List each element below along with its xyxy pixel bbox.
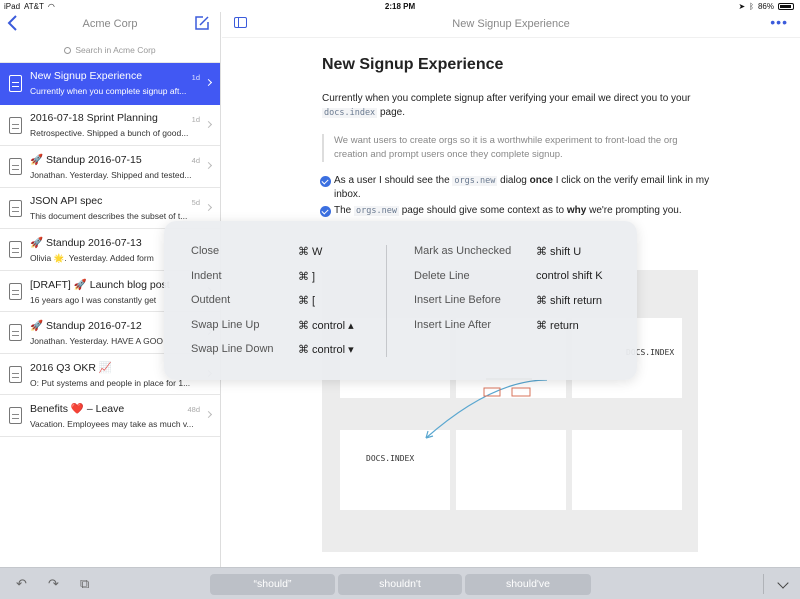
chevron-right-icon bbox=[204, 120, 213, 128]
checked-checkbox-icon[interactable] bbox=[320, 206, 331, 217]
shortcut-action: Delete Line bbox=[414, 269, 470, 282]
inline-code: orgs.new bbox=[354, 206, 399, 216]
shortcut-keys: ⌘ [ bbox=[298, 295, 316, 308]
suggestion-button[interactable]: should've bbox=[465, 574, 591, 595]
document-body[interactable]: New Signup Experience Currently when you… bbox=[320, 56, 712, 218]
hide-keyboard-chevron-icon[interactable] bbox=[777, 577, 789, 589]
list-item[interactable]: New Signup Experience Currently when you … bbox=[0, 63, 220, 105]
chevron-right-icon bbox=[204, 161, 213, 170]
checklist-item[interactable]: The orgs.new page should give some conte… bbox=[320, 204, 712, 218]
document-icon bbox=[9, 75, 22, 92]
list-item-title: 2016-07-18 Sprint Planning bbox=[30, 111, 158, 124]
checked-checkbox-icon[interactable] bbox=[320, 176, 331, 187]
document-header-title: New Signup Experience bbox=[452, 18, 570, 30]
blockquote[interactable]: We want users to create orgs so it is a … bbox=[322, 134, 712, 162]
divider bbox=[763, 574, 764, 594]
redo-icon[interactable]: ↷ bbox=[48, 577, 62, 590]
list-item-age: 1d bbox=[191, 73, 200, 82]
list-item-title: 🚀 Standup 2016-07-15 bbox=[30, 154, 142, 166]
list-item-preview: Jonathan. Yesterday. Shipped and tested.… bbox=[30, 170, 192, 180]
more-options-icon[interactable]: ••• bbox=[770, 15, 788, 29]
paste-icon[interactable]: ⧉ bbox=[80, 577, 94, 590]
location-icon: ➤ bbox=[738, 2, 746, 11]
chevron-right-icon bbox=[204, 203, 213, 211]
list-item[interactable]: 2016-07-18 Sprint Planning Retrospective.… bbox=[0, 105, 220, 146]
document-icon bbox=[9, 158, 22, 175]
suggestion-button[interactable]: “should” bbox=[210, 574, 335, 595]
undo-icon[interactable]: ↶ bbox=[16, 577, 30, 590]
inline-code: orgs.new bbox=[452, 176, 498, 186]
search-icon bbox=[64, 47, 72, 54]
document-icon bbox=[9, 282, 22, 300]
status-bar: iPad AT&T ◠ 2:18 PM ➤ ᛒ 86% bbox=[0, 0, 800, 12]
list-item-age: 4d bbox=[191, 156, 200, 165]
list-item-preview: Retrospective. Shipped a bunch of good..… bbox=[30, 127, 189, 138]
shortcut-keys: ⌘ shift return bbox=[536, 295, 603, 308]
paragraph[interactable]: Currently when you complete signup after… bbox=[322, 92, 712, 120]
chevron-right-icon bbox=[204, 410, 213, 419]
shortcut-keys: control shift K bbox=[536, 269, 603, 282]
document-icon bbox=[9, 365, 22, 383]
sidebar-title: Acme Corp bbox=[82, 18, 138, 30]
keyboard-shortcut-bar: ↶ ↷ ⧉ “should” shouldn't should've bbox=[0, 567, 800, 599]
list-item[interactable]: Benefits ❤️ – Leave Vacation. Employees m… bbox=[0, 395, 220, 437]
bluetooth-icon: ᛒ bbox=[749, 2, 754, 11]
list-item-title: Benefits ❤️ – Leave bbox=[30, 403, 125, 415]
keyboard-shortcuts-overlay: Close Indent Outdent Swap Line Up Swap Line … bbox=[164, 221, 637, 380]
battery-percent: 86% bbox=[757, 2, 774, 11]
list-item-preview: Vacation. Employees may take as much v..… bbox=[30, 419, 194, 429]
search-field[interactable]: Search in Acme Corp bbox=[0, 38, 220, 62]
search-placeholder: Search in Acme Corp bbox=[75, 45, 156, 55]
chevron-right-icon bbox=[204, 78, 213, 87]
shortcut-action: Close bbox=[191, 245, 220, 257]
shortcut-keys: ⌘ shift U bbox=[536, 246, 582, 258]
battery-icon bbox=[778, 3, 794, 10]
inline-code: docs.index bbox=[322, 108, 378, 118]
shortcut-keys: ⌘ return bbox=[536, 319, 579, 332]
document-icon bbox=[9, 116, 22, 134]
suggestion-button[interactable]: shouldn't bbox=[338, 574, 462, 595]
shortcut-action: Insert Line After bbox=[414, 318, 492, 331]
document-icon bbox=[9, 407, 22, 424]
list-item-title: New Signup Experience bbox=[30, 70, 143, 82]
document-title[interactable]: New Signup Experience bbox=[322, 56, 712, 74]
shortcut-action: Insert Line Before bbox=[414, 294, 501, 307]
compose-icon[interactable] bbox=[194, 15, 210, 31]
shortcut-action: Swap Line Up bbox=[191, 318, 260, 331]
clock: 2:18 PM bbox=[384, 2, 416, 11]
list-item-preview: Currently when you complete signup aft..… bbox=[30, 86, 187, 96]
shortcut-keys: ⌘ W bbox=[298, 246, 323, 258]
divider bbox=[386, 245, 387, 357]
document-header: New Signup Experience ••• bbox=[222, 12, 800, 38]
list-item-age: 48d bbox=[187, 405, 200, 414]
shortcut-keys: ⌘ control ▾ bbox=[298, 344, 354, 357]
shortcut-keys: ⌘ control ▴ bbox=[298, 319, 354, 332]
checklist-item[interactable]: As a user I should see the orgs.new dial… bbox=[320, 174, 712, 202]
list-item-preview: This document describes the subset of t.… bbox=[30, 210, 188, 221]
shortcut-action: Mark as Unchecked bbox=[414, 245, 512, 257]
list-item-title: JSON API spec bbox=[30, 194, 103, 207]
document-icon bbox=[9, 199, 22, 217]
shortcut-action: Indent bbox=[191, 269, 222, 282]
list-item[interactable]: 🚀 Standup 2016-07-15 Jonathan. Yesterday.… bbox=[0, 146, 220, 188]
document-icon bbox=[9, 241, 22, 258]
shortcut-keys: ⌘ ] bbox=[298, 270, 316, 283]
list-item-age: 1d bbox=[191, 114, 200, 124]
document-icon bbox=[9, 324, 22, 341]
list-item-age: 5d bbox=[191, 197, 200, 207]
sidebar-header: Acme Corp bbox=[0, 12, 220, 38]
shortcut-action: Outdent bbox=[191, 294, 231, 307]
shortcut-action: Swap Line Down bbox=[191, 343, 274, 356]
